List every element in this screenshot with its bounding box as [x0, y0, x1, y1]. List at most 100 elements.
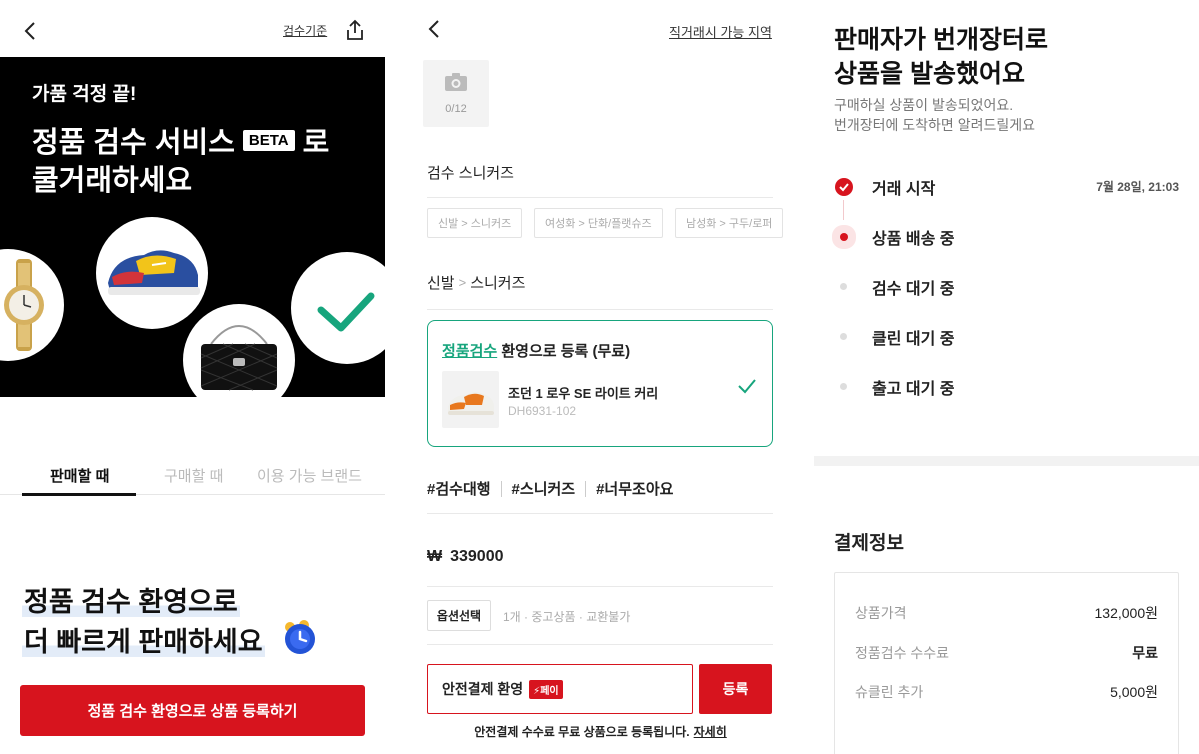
option-select-button[interactable]: 옵션선택: [427, 600, 491, 631]
hashtag-list[interactable]: #검수대행 #스니커즈 #너무조아요: [427, 478, 673, 499]
sneaker-image: [96, 217, 208, 329]
chevron-left-icon[interactable]: [424, 18, 446, 40]
payment-label: 상품가격: [855, 605, 907, 621]
payment-row: 상품가격 132,000원: [855, 603, 1158, 623]
payment-value: 무료: [1132, 645, 1158, 661]
beta-badge: BETA: [242, 129, 295, 151]
hero-headline-2: 쿨거래하세요: [32, 165, 193, 197]
divider: [427, 309, 773, 310]
product-register-screen: 직거래시 가능 지역 0/12 검수 스니커즈 신발 > 스니커즈 여성화 > …: [406, 0, 795, 754]
check-circle-icon: [835, 178, 853, 196]
clock-icon: [280, 617, 320, 657]
promo-text-1: 정품 검수 환영으로: [22, 587, 240, 617]
tab-buying[interactable]: 구매할 때: [164, 465, 223, 486]
watch-image: [0, 249, 64, 361]
promo-text-2: 더 빠르게 판매하세요: [22, 627, 265, 657]
footnote-text: 안전결제 수수료 무료 상품으로 등록됩니다.: [474, 725, 690, 739]
tag-separator: [585, 480, 587, 497]
auth-heading-rest: 환영으로 등록 (무료): [497, 343, 631, 360]
register-button[interactable]: 등록: [699, 664, 772, 714]
handbag-image: [183, 304, 295, 397]
payment-row: 정품검수 수수료 무료: [855, 643, 1158, 663]
step-label: 상품 배송 중: [872, 231, 955, 248]
photo-count: 0/12: [445, 103, 467, 115]
trade-region-link[interactable]: 직거래시 가능 지역: [669, 22, 772, 41]
payment-label: 슈클린 추가: [855, 684, 924, 700]
camera-icon: [444, 72, 468, 97]
category-sub: 스니커즈: [470, 275, 526, 292]
payment-row: 슈클린 추가 5,000원: [855, 682, 1158, 702]
divider: [427, 644, 773, 645]
chevron-left-icon[interactable]: [20, 20, 42, 42]
checkmark-icon: [736, 375, 758, 397]
hero-headline-suffix: 로: [302, 127, 330, 159]
auth-option-card[interactable]: 정품검수 환영으로 등록 (무료) 조던 1 로우 SE 라이트 커리 DH69…: [427, 320, 773, 447]
share-icon[interactable]: [343, 18, 367, 42]
safe-pay-label: 안전결제 환영: [442, 681, 524, 697]
promo-headline-1: 정품 검수 환영으로: [22, 580, 240, 619]
status-title-2: 상품을 발송했어요: [834, 60, 1025, 88]
won-icon: ₩: [427, 548, 443, 565]
timeline-connector: [843, 200, 844, 220]
payment-label: 정품검수 수수료: [855, 645, 950, 661]
add-photo-button[interactable]: 0/12: [423, 60, 489, 127]
inspection-standard-link[interactable]: 검수기준: [283, 22, 327, 39]
option-summary: 1개 · 중고상품 · 교환불가: [503, 610, 631, 624]
step-label: 검수 대기 중: [872, 281, 955, 298]
hero-headline-text: 정품 검수 서비스: [32, 127, 235, 159]
timeline-step-release: 출고 대기 중: [814, 372, 1199, 402]
payment-value: 5,000원: [1110, 684, 1158, 700]
timeline-step-clean: 클린 대기 중: [814, 322, 1199, 352]
tab-brands[interactable]: 이용 가능 브랜드: [257, 465, 362, 486]
category-suggestion-chip[interactable]: 신발 > 스니커즈: [427, 208, 523, 238]
tab-selling[interactable]: 판매할 때: [50, 465, 109, 486]
pending-step-dot-icon: [840, 333, 847, 340]
safe-pay-footnote: 안전결제 수수료 무료 상품으로 등록됩니다. 자세히: [406, 723, 795, 740]
hero-banner: 가품 걱정 끝! 정품 검수 서비스 BETA 로 쿨거래하세요: [0, 57, 385, 397]
step-time: 7월 28일, 21:03: [1096, 180, 1179, 194]
price-value: 339000: [450, 548, 504, 565]
price-input[interactable]: ₩ 339000: [427, 548, 504, 566]
auth-service-intro-screen: 검수기준 가품 걱정 끝! 정품 검수 서비스 BETA 로 쿨거래하세요 판매…: [0, 0, 385, 754]
payment-info-box: 상품가격 132,000원 정품검수 수수료 무료 슈클린 추가 5,000원: [834, 572, 1179, 754]
pay-badge: ⚡페이: [529, 679, 563, 699]
details-link[interactable]: 자세히: [694, 725, 727, 739]
section-divider: [814, 456, 1199, 466]
payment-value: 132,000원: [1094, 605, 1159, 621]
product-title-input[interactable]: 검수 스니커즈: [427, 162, 514, 183]
category-suggestion-chip[interactable]: 남성화 > 구두/로퍼: [675, 208, 784, 238]
step-label: 거래 시작: [872, 181, 936, 198]
hashtag: #스니커즈: [511, 481, 576, 498]
product-name: 조던 1 로우 SE 라이트 커리: [508, 386, 659, 401]
product-thumbnail: [442, 371, 499, 428]
divider: [427, 197, 773, 198]
active-tab-indicator: [22, 493, 136, 496]
status-subtitle-1: 구매하실 상품이 발송되었어요.: [834, 97, 1014, 113]
status-subtitle-2: 번개장터에 도착하면 알려드릴게요: [834, 117, 1035, 133]
category-main: 신발: [427, 275, 455, 292]
auth-option-heading: 정품검수 환영으로 등록 (무료): [442, 340, 630, 361]
step-label: 클린 대기 중: [872, 331, 955, 348]
pending-step-dot-icon: [840, 283, 847, 290]
step-label: 출고 대기 중: [872, 381, 955, 398]
intro-tabs: 판매할 때 구매할 때 이용 가능 브랜드: [0, 455, 385, 496]
hashtag: #검수대행: [427, 481, 491, 498]
timeline-step-inspection: 검수 대기 중: [814, 272, 1199, 302]
status-title-1: 판매자가 번개장터로: [834, 26, 1048, 54]
order-status-screen: 판매자가 번개장터로 상품을 발송했어요 구매하실 상품이 발송되었어요. 번개…: [814, 0, 1199, 754]
safe-pay-toggle[interactable]: 안전결제 환영 ⚡페이: [427, 664, 693, 714]
hashtag: #너무조아요: [596, 481, 674, 498]
timeline-step-trade-start: 거래 시작 7월 28일, 21:03: [814, 172, 1199, 202]
chevron-right-icon: >: [458, 275, 467, 290]
auth-highlight: 정품검수: [442, 343, 498, 360]
payment-info-heading: 결제정보: [834, 533, 904, 554]
hero-eyebrow: 가품 걱정 끝!: [32, 84, 137, 105]
tag-separator: [500, 480, 502, 497]
selected-category[interactable]: 신발 > 스니커즈: [427, 272, 525, 293]
check-mark-icon: [291, 252, 385, 364]
register-with-auth-button[interactable]: 정품 검수 환영으로 상품 등록하기: [20, 685, 365, 736]
promo-headline-2: 더 빠르게 판매하세요: [22, 620, 265, 659]
category-suggestion-chip[interactable]: 여성화 > 단화/플랫슈즈: [534, 208, 663, 238]
timeline-step-shipping: 상품 배송 중: [814, 222, 1199, 252]
current-step-dot-icon: [840, 233, 848, 241]
